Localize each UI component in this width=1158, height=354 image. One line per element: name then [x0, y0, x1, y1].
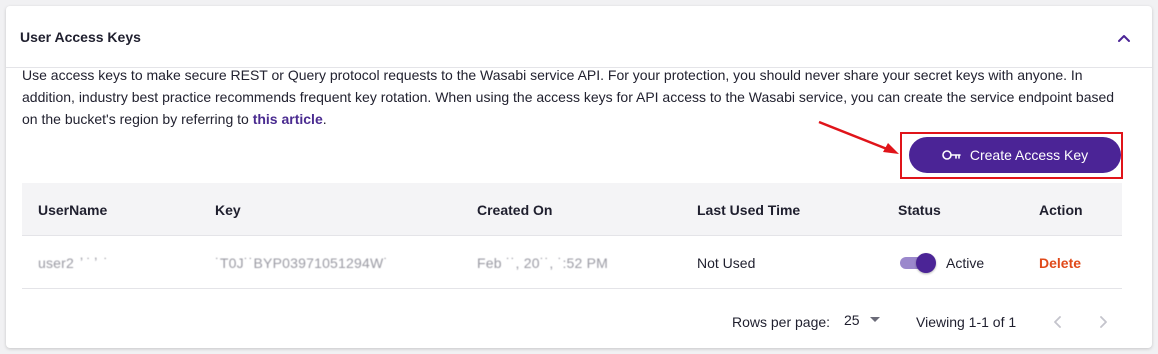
username-cell: user2 ʼ ˙ ʼ ˙ — [38, 254, 112, 271]
column-header-status[interactable]: Status — [898, 183, 941, 236]
access-keys-table: UserName Key Created On Last Used Time S… — [22, 183, 1122, 289]
previous-page-button[interactable] — [1047, 311, 1069, 333]
table-row: user2 ʼ ˙ ʼ ˙ ˙T0J˙˙BYP03971051294W˙ Feb… — [22, 236, 1122, 289]
toggle-thumb — [916, 252, 936, 273]
panel-header[interactable]: User Access Keys — [6, 6, 1152, 68]
key-icon — [942, 149, 962, 161]
action-cell: Delete — [1039, 236, 1081, 289]
last-used-cell: Not Used — [697, 254, 756, 271]
rows-per-page-label: Rows per page: — [732, 314, 831, 330]
description-end: . — [322, 111, 327, 127]
column-header-username[interactable]: UserName — [38, 183, 107, 236]
rows-per-page-select[interactable]: 25 — [844, 312, 880, 328]
this-article-link[interactable]: this article — [253, 111, 323, 127]
status-label: Active — [946, 254, 985, 271]
collapse-button[interactable] — [1114, 28, 1134, 48]
caret-down-icon — [869, 317, 880, 322]
create-access-key-button[interactable]: Create Access Key — [909, 137, 1121, 173]
column-header-action: Action — [1039, 201, 1083, 218]
chevron-left-icon — [1054, 316, 1061, 328]
column-header-last-used-time[interactable]: Last Used Time — [697, 183, 800, 236]
table-header-row: UserName Key Created On Last Used Time S… — [22, 183, 1122, 236]
column-header-key[interactable]: Key — [215, 183, 241, 236]
description-text: Use access keys to make secure REST or Q… — [22, 67, 1115, 127]
status-toggle[interactable] — [898, 252, 936, 273]
chevron-right-icon — [1100, 316, 1107, 328]
create-access-key-label: Create Access Key — [969, 147, 1089, 163]
viewing-count: Viewing 1-1 of 1 — [916, 314, 1017, 330]
panel-description: Use access keys to make secure REST or Q… — [22, 64, 1122, 130]
annotation-arrow — [818, 120, 899, 154]
rows-per-page-value: 25 — [844, 312, 860, 328]
next-page-button[interactable] — [1092, 311, 1114, 333]
key-cell: ˙T0J˙˙BYP03971051294W˙ — [215, 254, 389, 271]
table-pagination: Rows per page: 25 Viewing 1-1 of 1 — [22, 297, 1122, 347]
column-header-created-on[interactable]: Created On — [477, 183, 552, 236]
created-on-cell: Feb ˙˙, 20˙˙, ˙:52 PM — [477, 254, 609, 271]
status-cell: Active — [898, 236, 984, 289]
panel-title: User Access Keys — [20, 29, 141, 45]
chevron-up-icon — [1118, 35, 1130, 42]
delete-button[interactable]: Delete — [1039, 255, 1081, 271]
